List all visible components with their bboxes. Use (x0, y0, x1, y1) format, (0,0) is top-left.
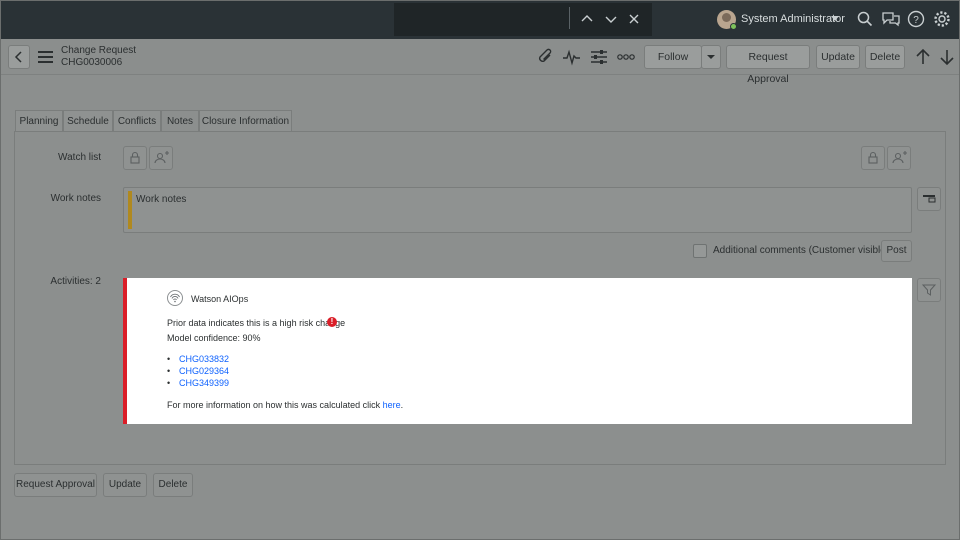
follow-button[interactable]: Follow (644, 45, 702, 69)
watson-aiops-logo-icon (167, 290, 183, 306)
tab-conflicts[interactable]: Conflicts (113, 110, 161, 132)
related-change-link[interactable]: CHG349399 (179, 378, 229, 388)
lock-button[interactable] (861, 146, 885, 170)
paperclip-icon[interactable] (535, 46, 557, 68)
add-user-icon (892, 151, 907, 164)
work-notes-label: Work notes (50, 193, 101, 204)
work-notes-accent-bar (128, 191, 132, 229)
card-title: Watson AIOps (191, 294, 249, 304)
post-button[interactable]: Post (881, 240, 912, 262)
related-change-link[interactable]: CHG029364 (179, 366, 229, 376)
top-banner: System Administrator ? (1, 1, 959, 39)
gear-icon[interactable] (932, 9, 952, 29)
app-frame: System Administrator ? Follow Request Ap… (0, 0, 960, 540)
follow-dropdown-button[interactable] (701, 45, 721, 69)
card-view-button[interactable] (917, 187, 941, 211)
related-change-link[interactable]: CHG033832 (179, 354, 229, 364)
work-notes-textarea[interactable]: Work notes (123, 187, 912, 233)
banner-divider (569, 7, 570, 29)
model-confidence: Model confidence: 90% (167, 333, 261, 343)
arrow-down-icon[interactable] (936, 46, 958, 68)
chevron-down-icon[interactable] (831, 16, 839, 21)
presence-indicator (730, 23, 737, 30)
more-info-prefix: For more information on how this was cal… (167, 400, 383, 410)
tab-planning[interactable]: Planning (15, 110, 63, 132)
tab-schedule[interactable]: Schedule (63, 110, 113, 132)
search-icon[interactable] (855, 9, 875, 29)
additional-comments-label: Additional comments (Customer visible) (713, 245, 890, 256)
chevron-up-icon[interactable] (577, 9, 597, 29)
more-info-link[interactable]: here (383, 400, 401, 410)
record-type-label: Change Request (61, 45, 137, 56)
more-info-text: For more information on how this was cal… (167, 400, 403, 410)
hamburger-menu-icon[interactable] (35, 46, 57, 68)
filter-icon (921, 284, 937, 296)
update-button[interactable]: Update (816, 45, 860, 69)
watch-list-add-user-button[interactable] (149, 146, 173, 170)
delete-button[interactable]: Delete (865, 45, 905, 69)
back-button[interactable] (8, 45, 30, 69)
close-icon[interactable] (624, 9, 644, 29)
add-user-button[interactable] (887, 146, 911, 170)
activity-filter-button[interactable] (917, 278, 941, 302)
tab-closure-information[interactable]: Closure Information (199, 110, 292, 132)
request-approval-button[interactable]: Request Approval (726, 45, 810, 85)
chat-icon[interactable] (881, 9, 901, 29)
tab-notes[interactable]: Notes (161, 110, 199, 132)
lock-icon (868, 151, 878, 164)
more-info-suffix: . (400, 400, 404, 410)
warning-icon: ! (327, 317, 337, 327)
work-notes-placeholder: Work notes (136, 194, 187, 205)
more-options-icon[interactable] (615, 46, 637, 68)
card-view-icon (923, 195, 936, 203)
user-menu-name[interactable]: System Administrator (741, 13, 845, 25)
aiops-risk-card: Watson AIOps Prior data indicates this i… (123, 278, 912, 424)
help-icon[interactable]: ? (906, 9, 926, 29)
form-header: Follow Request Approval Update Delete (1, 39, 959, 85)
activity-icon[interactable] (561, 46, 583, 68)
sliders-icon[interactable] (588, 46, 610, 68)
risk-message: Prior data indicates this is a high risk… (167, 318, 346, 328)
footer-request-approval-button[interactable]: Request Approval (14, 473, 97, 497)
chevron-down-icon[interactable] (601, 9, 621, 29)
footer-delete-button[interactable]: Delete (153, 473, 193, 497)
svg-text:?: ? (913, 15, 919, 26)
lock-icon (130, 151, 140, 164)
arrow-up-icon[interactable] (912, 46, 934, 68)
record-number: CHG0030006 (61, 57, 123, 68)
add-user-icon (154, 151, 169, 164)
watch-list-label: Watch list (58, 152, 101, 163)
activities-label: Activities: 2 (50, 276, 101, 287)
footer-update-button[interactable]: Update (103, 473, 147, 497)
additional-comments-checkbox[interactable] (693, 244, 707, 258)
watch-list-lock-button[interactable] (123, 146, 147, 170)
